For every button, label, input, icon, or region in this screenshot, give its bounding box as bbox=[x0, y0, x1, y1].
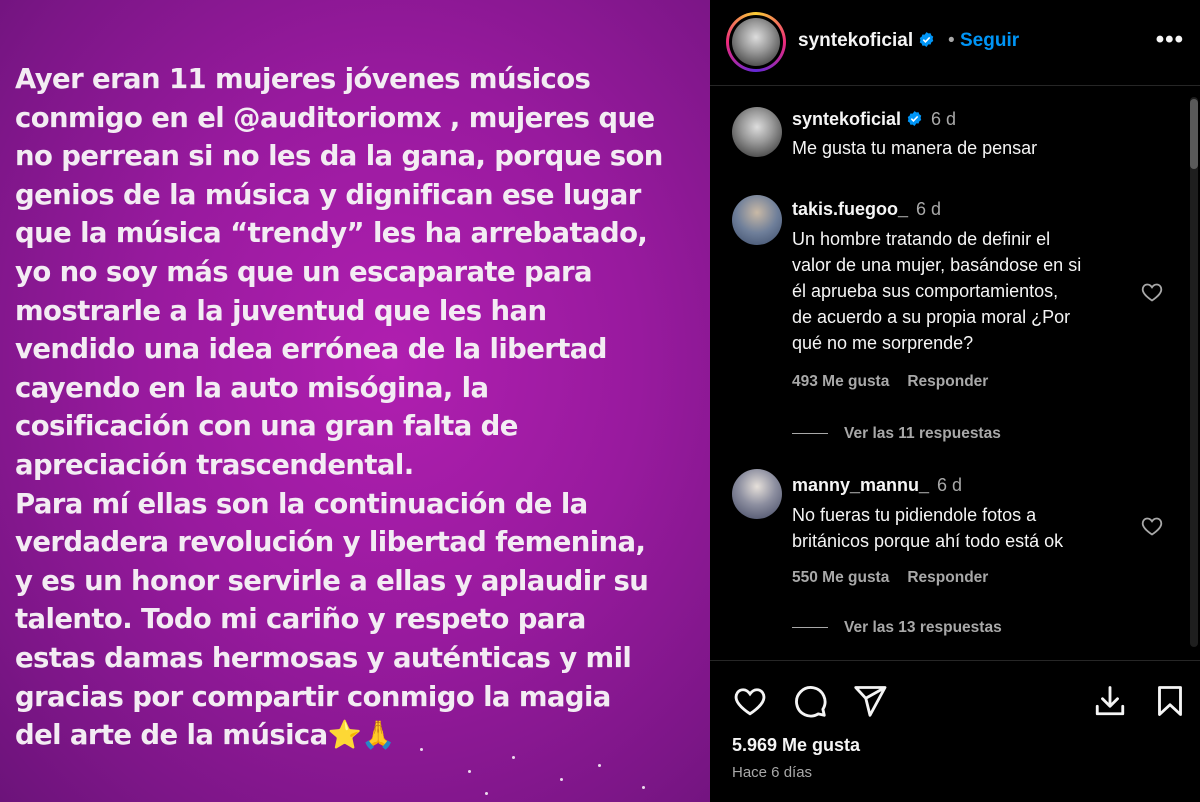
post-author-username[interactable]: syntekoficial bbox=[798, 30, 913, 51]
avatar-image bbox=[732, 18, 780, 66]
profile-avatar[interactable] bbox=[726, 12, 786, 72]
view-replies-label: Ver las 13 respuestas bbox=[844, 619, 1002, 636]
comment-time: 6 d bbox=[916, 199, 942, 219]
sparkle bbox=[598, 764, 601, 767]
post-likes-count[interactable]: 5.969 Me gusta bbox=[732, 735, 860, 756]
sparkle bbox=[512, 756, 515, 759]
sparkle bbox=[485, 792, 488, 795]
like-comment-heart-icon[interactable] bbox=[1140, 514, 1164, 538]
post-panel: syntekoficial • Seguir ••• syntekoficial… bbox=[710, 0, 1200, 802]
more-options-icon[interactable]: ••• bbox=[1156, 26, 1184, 54]
comment-avatar[interactable] bbox=[732, 195, 782, 245]
post-actions: 5.969 Me gusta Hace 6 días bbox=[710, 660, 1200, 802]
sparkle bbox=[420, 748, 423, 751]
comment-time: 6 d bbox=[937, 475, 963, 495]
comment-meta: 493 Me gusta Responder bbox=[792, 373, 1006, 391]
comment-likes[interactable]: 550 Me gusta bbox=[792, 569, 889, 586]
download-icon[interactable] bbox=[1092, 683, 1128, 719]
comment-avatar[interactable] bbox=[732, 469, 782, 519]
comment-text: Un hombre tratando de definir el valor d… bbox=[792, 229, 1082, 353]
replies-line bbox=[792, 433, 828, 435]
view-replies-button[interactable]: Ver las 13 respuestas bbox=[792, 619, 1002, 637]
comment-username[interactable]: syntekoficial bbox=[792, 109, 901, 129]
separator-dot: • bbox=[948, 30, 955, 51]
share-send-icon[interactable] bbox=[852, 683, 888, 719]
sparkle bbox=[468, 770, 471, 773]
post-author[interactable]: syntekoficial bbox=[798, 30, 935, 52]
comment-author: syntekoficial 6 d bbox=[792, 109, 956, 130]
reply-button[interactable]: Responder bbox=[907, 373, 988, 390]
comment-likes[interactable]: 493 Me gusta bbox=[792, 373, 889, 390]
comment-avatar[interactable] bbox=[732, 107, 782, 157]
scrollbar-thumb[interactable] bbox=[1190, 99, 1198, 169]
comment-author: manny_mannu_ 6 d bbox=[792, 475, 962, 496]
comment-meta: 550 Me gusta Responder bbox=[792, 569, 1006, 587]
view-replies-button[interactable]: Ver las 11 respuestas bbox=[792, 425, 1001, 443]
replies-line bbox=[792, 627, 828, 629]
comments-list[interactable]: syntekoficial 6 d Me gusta tu manera de … bbox=[710, 87, 1200, 659]
sparkle bbox=[560, 778, 563, 781]
comment-author: takis.fuegoo_ 6 d bbox=[792, 199, 941, 220]
follow-button[interactable]: Seguir bbox=[960, 30, 1019, 52]
comment-username[interactable]: takis.fuegoo_ bbox=[792, 199, 908, 219]
comment-bubble-icon[interactable] bbox=[792, 683, 828, 719]
story-text: Ayer eran 11 mujeres jóvenes músicos con… bbox=[15, 63, 663, 752]
like-comment-heart-icon[interactable] bbox=[1140, 280, 1164, 304]
scrollbar-track[interactable] bbox=[1190, 97, 1198, 647]
reply-button[interactable]: Responder bbox=[907, 569, 988, 586]
comment-username[interactable]: manny_mannu_ bbox=[792, 475, 929, 495]
post-header: syntekoficial • Seguir ••• bbox=[710, 0, 1200, 86]
comment-time: 6 d bbox=[931, 109, 957, 129]
view-replies-label: Ver las 11 respuestas bbox=[844, 425, 1001, 442]
post-timestamp: Hace 6 días bbox=[732, 764, 813, 781]
save-bookmark-icon[interactable] bbox=[1152, 683, 1188, 719]
comment-text: Me gusta tu manera de pensar bbox=[792, 138, 1038, 158]
verified-badge-icon bbox=[907, 111, 922, 126]
comment-text: No fueras tu pidiendole fotos a británic… bbox=[792, 505, 1064, 551]
verified-badge-icon bbox=[919, 32, 934, 47]
sparkle bbox=[642, 786, 645, 789]
story-image: Ayer eran 11 mujeres jóvenes músicos con… bbox=[0, 0, 710, 802]
like-heart-icon[interactable] bbox=[732, 683, 768, 719]
